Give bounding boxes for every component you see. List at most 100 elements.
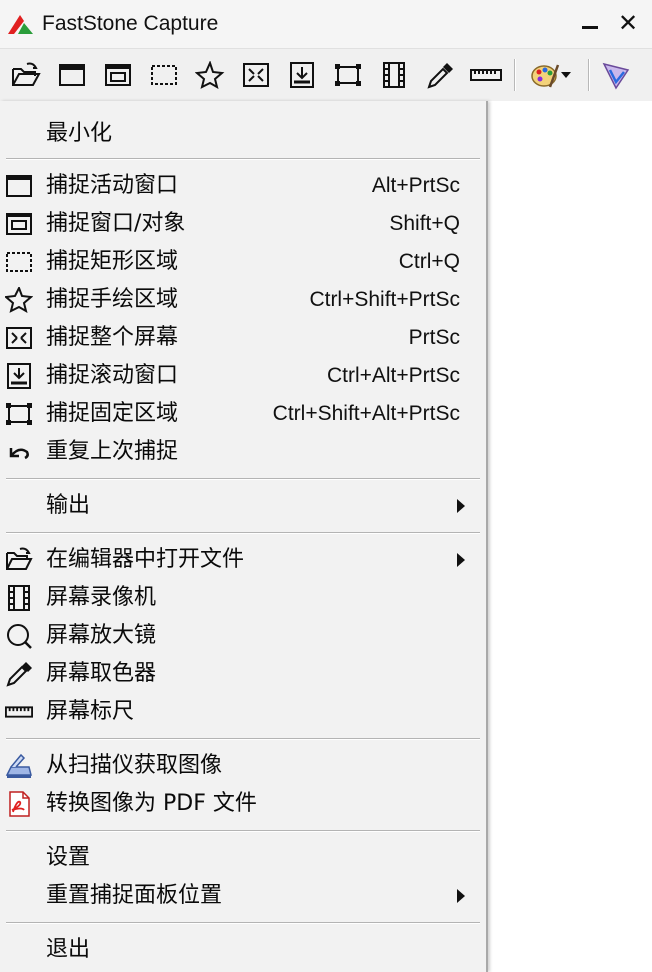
menu-separator — [6, 158, 480, 160]
menu-separator — [6, 532, 480, 534]
menu-item-acquire-from-scanner[interactable]: 从扫描仪获取图像 — [0, 747, 484, 785]
menu-item-reset-panel-position[interactable]: 重置捕捉面板位置 — [0, 877, 484, 915]
palette-icon — [531, 64, 560, 88]
toolbar — [0, 48, 652, 102]
screen-recorder-icon — [5, 585, 33, 611]
menu-item-label: 屏幕放大镜 — [46, 623, 157, 648]
freehand-region-icon — [195, 61, 225, 89]
window-title: FastStone Capture — [42, 12, 219, 35]
full-screen-icon — [5, 325, 33, 351]
menu-item-label: 屏幕标尺 — [46, 699, 135, 724]
faststone-logo-icon — [8, 15, 33, 34]
window-object-icon — [105, 64, 131, 86]
menu-item-label: 最小化 — [46, 121, 113, 146]
menu-item-label: 捕捉固定区域 — [46, 401, 179, 426]
capture-rect-region-button[interactable] — [146, 57, 182, 93]
minimize-icon — [582, 26, 598, 29]
menu-item-capture-full-screen[interactable]: 捕捉整个屏幕 PrtSc — [0, 319, 484, 357]
menu-item-screen-ruler[interactable]: 屏幕标尺 — [0, 693, 484, 731]
capture-active-window-button[interactable] — [54, 57, 90, 93]
menu-separator — [6, 922, 480, 924]
capture-menu: 最小化 捕捉活动窗口 Alt+PrtSc 捕捉窗口/对象 Shift+Q 捕捉矩… — [0, 101, 488, 972]
menu-item-label: 捕捉整个屏幕 — [46, 325, 179, 350]
menu-separator — [6, 830, 480, 832]
menu-item-capture-window-object[interactable]: 捕捉窗口/对象 Shift+Q — [0, 205, 484, 243]
screen-recorder-button[interactable] — [376, 57, 412, 93]
repeat-icon — [5, 439, 33, 465]
menu-item-capture-scrolling-window[interactable]: 捕捉滚动窗口 Ctrl+Alt+PrtSc — [0, 357, 484, 395]
screen-ruler-button[interactable] — [468, 57, 504, 93]
submenu-arrow-icon — [457, 553, 465, 567]
open-folder-icon — [12, 62, 41, 86]
capture-fixed-region-button[interactable] — [330, 57, 366, 93]
shortcut-text: Alt+PrtSc — [371, 174, 460, 197]
menu-item-screen-magnifier[interactable]: 屏幕放大镜 — [0, 617, 484, 655]
menu-item-label: 输出 — [46, 493, 91, 518]
menu-item-label: 设置 — [46, 845, 91, 870]
capture-window-object-button[interactable] — [100, 57, 136, 93]
menu-item-label: 退出 — [46, 937, 91, 962]
color-picker-button[interactable] — [422, 57, 458, 93]
menu-item-label: 捕捉滚动窗口 — [46, 363, 179, 388]
close-button[interactable]: ✕ — [614, 8, 642, 38]
toolbar-separator — [514, 59, 516, 91]
menu-item-convert-to-pdf[interactable]: 转换图像为 PDF 文件 — [0, 785, 484, 823]
magnifier-icon — [5, 623, 33, 649]
palette-dropdown-button[interactable] — [524, 57, 578, 93]
menu-item-label: 从扫描仪获取图像 — [46, 753, 223, 778]
pdf-icon — [5, 791, 33, 817]
window-object-icon — [5, 211, 33, 237]
menu-item-label: 在编辑器中打开文件 — [46, 547, 245, 572]
menu-separator — [6, 738, 480, 740]
menu-item-minimize[interactable]: 最小化 — [0, 115, 484, 153]
scrolling-window-icon — [5, 363, 33, 389]
shortcut-text: Shift+Q — [389, 212, 460, 235]
menu-item-open-in-editor[interactable]: 在编辑器中打开文件 — [0, 541, 484, 579]
fixed-region-icon — [335, 64, 361, 86]
open-folder-button[interactable] — [8, 57, 44, 93]
shortcut-text: Ctrl+Alt+PrtSc — [326, 364, 460, 387]
capture-freehand-region-button[interactable] — [192, 57, 228, 93]
output-destination-icon — [602, 62, 630, 90]
shortcut-text: Ctrl+Shift+Alt+PrtSc — [272, 402, 460, 425]
submenu-arrow-icon — [457, 499, 465, 513]
minimize-button[interactable] — [576, 8, 604, 38]
output-destination-button[interactable] — [598, 57, 634, 93]
active-window-icon — [59, 64, 85, 86]
menu-item-settings[interactable]: 设置 — [0, 839, 484, 877]
background-area — [488, 101, 652, 972]
screen-ruler-icon — [5, 699, 33, 725]
open-folder-icon — [5, 547, 33, 573]
shortcut-text: Ctrl+Shift+PrtSc — [309, 288, 460, 311]
submenu-arrow-icon — [457, 889, 465, 903]
chevron-down-icon — [561, 72, 571, 78]
menu-item-capture-freehand-region[interactable]: 捕捉手绘区域 Ctrl+Shift+PrtSc — [0, 281, 484, 319]
freehand-region-icon — [5, 287, 33, 313]
shortcut-text: Ctrl+Q — [398, 250, 460, 273]
screen-recorder-icon — [383, 62, 405, 88]
menu-item-label: 屏幕录像机 — [46, 585, 157, 610]
menu-item-screen-recorder[interactable]: 屏幕录像机 — [0, 579, 484, 617]
color-picker-icon — [427, 63, 453, 89]
menu-item-exit[interactable]: 退出 — [0, 931, 484, 969]
menu-separator — [6, 478, 480, 480]
menu-item-label: 捕捉矩形区域 — [46, 249, 179, 274]
rectangle-region-icon — [5, 249, 33, 275]
menu-item-label: 捕捉窗口/对象 — [46, 211, 186, 236]
menu-item-output[interactable]: 输出 — [0, 487, 484, 525]
scrolling-window-icon — [290, 62, 314, 88]
menu-item-capture-active-window[interactable]: 捕捉活动窗口 Alt+PrtSc — [0, 167, 484, 205]
toolbar-separator — [588, 59, 590, 91]
screen-ruler-icon — [470, 69, 502, 81]
menu-item-capture-fixed-region[interactable]: 捕捉固定区域 Ctrl+Shift+Alt+PrtSc — [0, 395, 484, 433]
capture-full-screen-button[interactable] — [238, 57, 274, 93]
capture-scrolling-window-button[interactable] — [284, 57, 320, 93]
shortcut-text: PrtSc — [408, 326, 460, 349]
menu-item-screen-color-picker[interactable]: 屏幕取色器 — [0, 655, 484, 693]
menu-item-repeat-last-capture[interactable]: 重复上次捕捉 — [0, 433, 484, 471]
full-screen-icon — [243, 63, 269, 87]
fixed-region-icon — [5, 401, 33, 427]
menu-item-label: 重置捕捉面板位置 — [46, 883, 223, 908]
menu-item-capture-rect-region[interactable]: 捕捉矩形区域 Ctrl+Q — [0, 243, 484, 281]
menu-item-label: 重复上次捕捉 — [46, 439, 179, 464]
